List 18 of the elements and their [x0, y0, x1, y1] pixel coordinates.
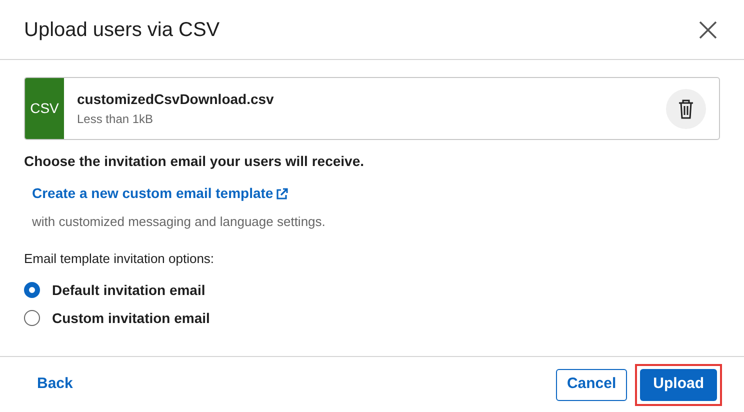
- file-type-badge: CSV: [25, 78, 64, 139]
- file-name: customizedCsvDownload.csv: [77, 90, 275, 109]
- link-description: with customized messaging and language settings.: [31, 213, 326, 231]
- file-size: Less than 1kB: [77, 111, 154, 128]
- radio-label[interactable]: Default invitation email: [52, 280, 206, 300]
- upload-button[interactable]: Upload: [640, 368, 717, 400]
- template-link[interactable]: Create a new custom email template: [32, 183, 274, 204]
- radio-button[interactable]: [24, 282, 40, 298]
- external-link-icon: [276, 188, 288, 200]
- trash-icon: [678, 98, 694, 118]
- radio-label[interactable]: Custom invitation email: [52, 308, 210, 328]
- back-button[interactable]: Back: [24, 368, 86, 402]
- delete-button[interactable]: [666, 88, 706, 128]
- instruction-text: Choose the invitation email your users will receive.: [24, 152, 365, 171]
- dialog-title: Upload users via CSV: [24, 18, 220, 42]
- radio-button[interactable]: [24, 310, 40, 326]
- cancel-button[interactable]: Cancel: [556, 368, 628, 400]
- options-label: Email template invitation options:: [24, 250, 216, 268]
